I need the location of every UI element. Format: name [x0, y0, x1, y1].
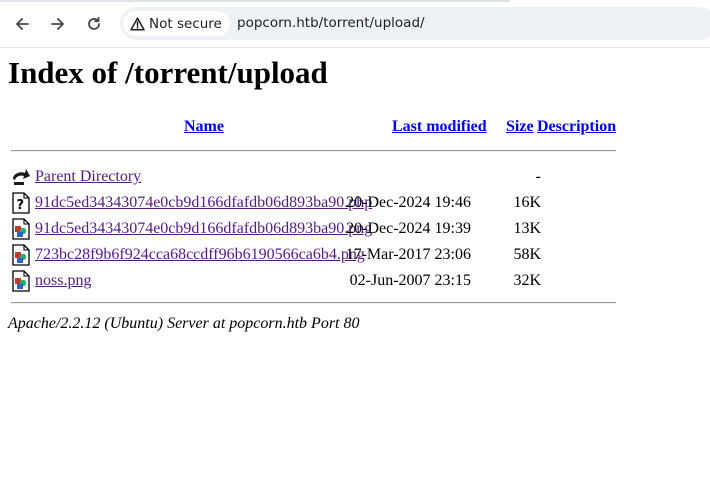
- column-header-last-modified: Last modified: [392, 118, 487, 136]
- image-file-icon: [12, 270, 30, 292]
- table-row: ? 91dc5ed34343074e0cb9d166dfafdb06d893ba…: [8, 192, 628, 218]
- site-security-chip[interactable]: Not secure: [123, 11, 230, 36]
- server-signature: Apache/2.2.12 (Ubuntu) Server at popcorn…: [8, 315, 360, 332]
- arrow-left-icon: [16, 18, 29, 30]
- tab-strip-edge: [0, 0, 510, 2]
- url-text[interactable]: popcorn.htb/torrent/upload/: [237, 15, 425, 31]
- reload-button[interactable]: [80, 10, 108, 38]
- table-row: 91dc5ed34343074e0cb9d166dfafdb06d893ba90…: [8, 218, 628, 244]
- arrow-right-icon: [51, 18, 64, 30]
- back-button[interactable]: [8, 10, 36, 38]
- sort-by-size-link[interactable]: Size: [506, 118, 534, 135]
- file-link[interactable]: noss.png: [35, 272, 91, 290]
- table-row: noss.png 02-Jun-2007 23:15 32K: [8, 270, 628, 296]
- file-size: 58K: [513, 246, 541, 263]
- security-label: Not secure: [149, 15, 222, 32]
- sort-by-last-modified-link[interactable]: Last modified: [392, 118, 487, 135]
- warning-icon: [130, 16, 145, 31]
- browser-toolbar: Not secure popcorn.htb/torrent/upload/: [0, 0, 710, 48]
- back-arrow-icon: [13, 169, 30, 185]
- footer-divider: [11, 302, 616, 304]
- image-file-icon: [12, 244, 30, 266]
- column-header-description: Description: [537, 118, 616, 136]
- file-modified: 20-Dec-2024 19:46: [346, 194, 471, 211]
- svg-text:?: ?: [17, 198, 25, 213]
- forward-button[interactable]: [44, 10, 72, 38]
- file-size: 13K: [513, 220, 541, 237]
- image-file-icon: [12, 218, 30, 240]
- file-modified: 17-Mar-2017 23:06: [345, 246, 471, 263]
- file-link[interactable]: 91dc5ed34343074e0cb9d166dfafdb06d893ba90…: [35, 194, 372, 212]
- unknown-file-icon: ?: [12, 192, 30, 214]
- file-size: 32K: [513, 272, 541, 289]
- sort-by-description-link[interactable]: Description: [537, 118, 616, 135]
- column-header-name: Name: [184, 118, 224, 136]
- parent-directory-row: Parent Directory -: [8, 166, 628, 192]
- parent-size: -: [535, 168, 541, 185]
- sort-by-name-link[interactable]: Name: [184, 118, 224, 135]
- address-bar[interactable]: Not secure popcorn.htb/torrent/upload/: [120, 7, 710, 40]
- file-link[interactable]: 91dc5ed34343074e0cb9d166dfafdb06d893ba90…: [35, 220, 372, 238]
- file-modified: 20-Dec-2024 19:39: [346, 220, 471, 237]
- column-header-size: Size: [506, 118, 534, 136]
- parent-directory-link[interactable]: Parent Directory: [35, 168, 141, 186]
- header-divider: [11, 150, 616, 152]
- table-row: 723bc28f9b6f924cca68ccdff96b6190566ca6b4…: [8, 244, 628, 270]
- reload-icon: [88, 16, 100, 30]
- file-link[interactable]: 723bc28f9b6f924cca68ccdff96b6190566ca6b4…: [35, 246, 365, 264]
- file-modified: 02-Jun-2007 23:15: [349, 272, 471, 289]
- file-size: 16K: [513, 194, 541, 211]
- page-title: Index of /torrent/upload: [8, 55, 328, 90]
